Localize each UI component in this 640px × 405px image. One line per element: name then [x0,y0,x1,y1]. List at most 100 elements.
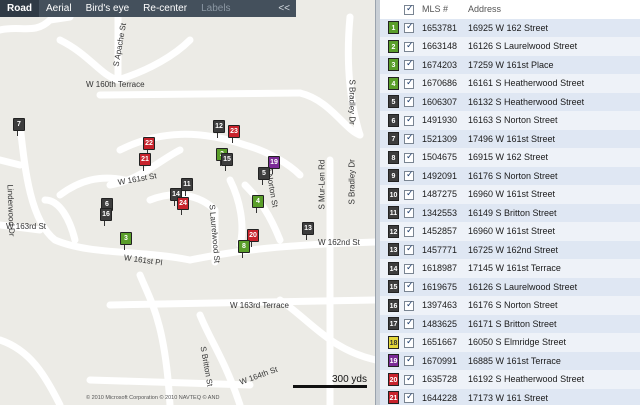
table-row[interactable]: 15 1619675 16126 S Laurelwood Street [380,277,640,297]
row-checkbox-cell[interactable] [402,19,420,38]
row-checkbox[interactable] [404,225,414,237]
listing-number-badge[interactable]: 7 [388,132,399,146]
row-checkbox[interactable] [404,132,414,145]
row-checkbox-cell[interactable] [402,37,420,56]
row-checkbox[interactable] [404,280,414,293]
collapse-toolbar-icon[interactable]: << [272,3,296,14]
listing-number-badge[interactable]: 3 [388,58,399,72]
row-checkbox-cell[interactable] [402,241,420,260]
select-all-checkbox[interactable] [404,3,414,15]
table-row[interactable]: 16 1397463 16176 S Norton Street [380,296,640,315]
header-address[interactable]: Address [466,0,640,19]
map-marker[interactable]: 12 [213,120,225,138]
listing-number-badge[interactable]: 17 [388,317,399,331]
table-row[interactable]: 2 1663148 16126 S Laurelwood Street [380,37,640,56]
table-row[interactable]: 3 1674203 17259 W 161st Place [380,55,640,75]
row-checkbox[interactable] [404,58,414,71]
header-mls[interactable]: MLS # [420,0,466,19]
row-checkbox[interactable] [404,169,414,182]
row-checkbox-cell[interactable] [402,130,420,149]
table-row[interactable]: 14 1618987 17145 W 161st Terrace [380,259,640,278]
row-checkbox-cell[interactable] [402,148,420,167]
table-row[interactable]: 19 1670991 16885 W 161st Terrace [380,351,640,371]
listing-number-badge[interactable]: 1 [388,21,399,35]
row-checkbox[interactable] [404,151,414,163]
map-marker[interactable]: 11 [181,178,193,196]
map-marker[interactable]: 21 [139,153,151,171]
listing-number-badge[interactable]: 10 [388,187,399,201]
listing-number-badge[interactable]: 19 [388,354,399,368]
map-marker[interactable]: 7 [13,118,25,136]
map-marker[interactable]: 23 [228,125,240,143]
table-row[interactable]: 20 1635728 16192 S Heatherwood Street [380,370,640,389]
row-checkbox-cell[interactable] [402,352,420,371]
row-checkbox[interactable] [404,391,414,404]
listing-number-badge[interactable]: 12 [388,224,399,238]
map-marker[interactable]: 24 [177,197,189,215]
row-checkbox-cell[interactable] [402,204,420,223]
row-checkbox[interactable] [404,243,414,256]
row-checkbox-cell[interactable] [402,93,420,112]
map-marker[interactable]: 8 [238,240,250,258]
row-checkbox-cell[interactable] [402,185,420,204]
labels-toggle[interactable]: Labels [194,0,237,17]
listing-number-badge[interactable]: 2 [388,39,399,53]
table-row[interactable]: 12 1452857 16960 W 161st Street [380,222,640,241]
listing-number-badge[interactable]: 15 [388,280,399,294]
row-checkbox[interactable] [404,262,414,274]
listing-number-badge[interactable]: 18 [388,335,399,349]
row-checkbox-cell[interactable] [402,111,420,130]
row-checkbox-cell[interactable] [402,167,420,186]
table-row[interactable]: 17 1483625 16171 S Britton Street [380,314,640,334]
listing-number-badge[interactable]: 8 [388,150,399,164]
birds-eye-view-button[interactable]: Bird's eye [79,0,137,17]
row-checkbox[interactable] [404,188,414,200]
row-checkbox[interactable] [404,77,414,89]
row-checkbox-cell[interactable] [402,333,420,352]
table-row[interactable]: 7 1521309 17496 W 161st Street [380,129,640,149]
row-checkbox-cell[interactable] [402,315,420,334]
row-checkbox-cell[interactable] [402,56,420,75]
map-marker[interactable]: 13 [302,222,314,240]
table-row[interactable]: 13 1457771 16725 W 162nd Street [380,240,640,260]
map-marker[interactable]: 16 [100,208,112,226]
row-checkbox-cell[interactable] [402,74,420,93]
row-checkbox-cell[interactable] [402,296,420,315]
listing-number-badge[interactable]: 6 [388,113,399,127]
table-row[interactable]: 18 1651667 16050 S Elmridge Street [380,333,640,352]
table-row[interactable]: 6 1491930 16163 S Norton Street [380,111,640,130]
table-row[interactable]: 4 1670686 16161 S Heatherwood Street [380,74,640,93]
listing-number-badge[interactable]: 21 [388,391,399,405]
row-checkbox[interactable] [404,95,414,108]
row-checkbox[interactable] [404,40,414,52]
table-row[interactable]: 11 1342553 16149 S Britton Street [380,203,640,223]
listing-number-badge[interactable]: 9 [388,169,399,183]
aerial-view-button[interactable]: Aerial [39,0,79,17]
row-checkbox[interactable] [404,299,414,311]
listing-number-badge[interactable]: 14 [388,261,399,275]
row-checkbox[interactable] [404,336,414,348]
listing-number-badge[interactable]: 5 [388,95,399,109]
map-marker[interactable]: 22 [143,137,155,155]
table-row[interactable]: 5 1606307 16132 S Heatherwood Street [380,92,640,112]
road-view-button[interactable]: Road [0,0,39,17]
listing-number-badge[interactable]: 11 [388,206,399,220]
row-checkbox-cell[interactable] [402,222,420,241]
row-checkbox[interactable] [404,114,414,126]
table-row[interactable]: 8 1504675 16915 W 162 Street [380,148,640,167]
map-panel[interactable]: Road Aerial Bird's eye Re-center Labels … [0,0,376,405]
row-checkbox-cell[interactable] [402,389,420,405]
listing-number-badge[interactable]: 13 [388,243,399,257]
row-checkbox[interactable] [404,21,414,34]
table-row[interactable]: 21 1644228 17173 W 161 Street [380,388,640,405]
row-checkbox[interactable] [404,317,414,330]
row-checkbox[interactable] [404,206,414,219]
map-marker[interactable]: 3 [120,232,132,250]
listing-number-badge[interactable]: 4 [388,76,399,90]
map-marker[interactable]: 15 [221,153,233,171]
map-marker[interactable]: 4 [252,195,264,213]
row-checkbox-cell[interactable] [402,278,420,297]
table-row[interactable]: 9 1492091 16176 S Norton Street [380,166,640,186]
table-row[interactable]: 10 1487275 16960 W 161st Street [380,185,640,204]
row-checkbox[interactable] [404,354,414,367]
